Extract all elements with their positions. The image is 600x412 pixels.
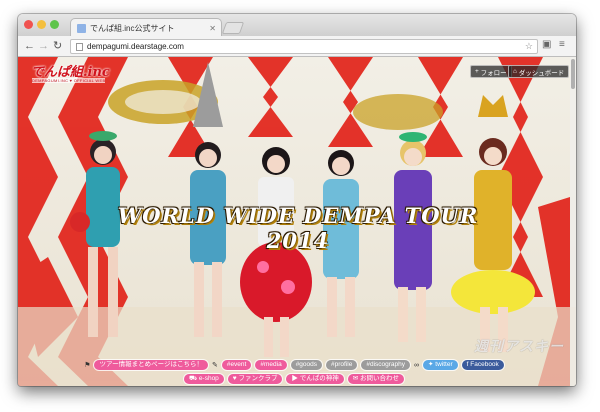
browser-toolbar: ← → ↻ dempagumi.dearstage.com ☆ ▣ ≡ <box>18 36 576 57</box>
browser-window: でんぱ組.inc公式サイト ✕ ← → ↻ dempagumi.dearstag… <box>18 14 576 386</box>
extension-icon[interactable]: ▣ <box>542 39 551 50</box>
video-icon: ▶ <box>291 375 300 382</box>
eshop-label: e-shop <box>198 375 219 382</box>
contact-label: お問い合わせ <box>360 375 400 382</box>
twitter-label: twitter <box>435 361 453 368</box>
favicon-icon <box>77 23 86 33</box>
dashboard-button[interactable]: ⌂ ダッシュボード <box>508 65 570 78</box>
tour-info-link[interactable]: ツアー情報まとめページはこちら！ <box>94 360 208 370</box>
fanclub-button[interactable]: ♥ ファンクラブ <box>227 374 283 384</box>
page-content: でんぱ組.inc DEMPAGUMI.INC ♥ OFFICIAL WEB + … <box>18 57 576 386</box>
twitter-button[interactable]: ✦ twitter <box>423 360 458 370</box>
new-tab-button[interactable] <box>221 22 245 34</box>
address-bar[interactable]: dempagumi.dearstage.com ☆ <box>70 39 538 54</box>
back-icon[interactable]: ← <box>24 39 35 53</box>
eshop-button[interactable]: ⛟ e-shop <box>183 374 224 384</box>
hero-tour-title: WORLD WIDE DEMPA TOUR 2014 <box>117 203 479 253</box>
nav-row-1: ⚑ ツアー情報まとめページはこちら！ ✎ #event #media #good… <box>18 360 570 370</box>
reload-icon[interactable]: ↻ <box>53 39 62 53</box>
facebook-label: Facebook <box>470 361 499 368</box>
menu-icon[interactable]: ≡ <box>559 39 565 50</box>
tag-discography[interactable]: #discography <box>361 360 411 370</box>
tag-goods[interactable]: #goods <box>290 360 323 370</box>
tag-event[interactable]: #event <box>221 360 252 370</box>
mail-icon: ✉ <box>352 375 361 382</box>
minimize-window-button[interactable] <box>37 20 46 29</box>
tab-title: でんぱ組.inc公式サイト <box>90 23 175 33</box>
forward-icon[interactable]: → <box>38 39 49 53</box>
nav-row-2: ⛟ e-shop ♥ ファンクラブ ▶ でんぱの神神 ✉ お問い合わせ <box>18 374 570 384</box>
cart-icon: ⛟ <box>188 375 199 382</box>
close-window-button[interactable] <box>24 20 33 29</box>
shrine-label: でんぱの神神 <box>299 375 339 382</box>
url-text: dempagumi.dearstage.com <box>87 42 184 51</box>
shrine-button[interactable]: ▶ でんぱの神神 <box>286 374 344 384</box>
tab-close-icon[interactable]: ✕ <box>209 24 216 33</box>
scrollbar[interactable] <box>570 57 576 386</box>
scrollbar-thumb[interactable] <box>571 59 575 89</box>
follow-label: フォロー <box>480 69 507 77</box>
flag-icon: ⚑ <box>84 362 91 369</box>
page-icon <box>76 42 83 51</box>
tag-media[interactable]: #media <box>255 360 287 370</box>
tag-profile[interactable]: #profile <box>326 360 358 370</box>
facebook-button[interactable]: f Facebook <box>461 360 504 370</box>
dashboard-label: ダッシュボード <box>518 69 565 77</box>
bookmark-star-icon[interactable]: ☆ <box>525 41 533 52</box>
link-icon: ∞ <box>414 361 420 369</box>
tag-icon: ✎ <box>211 362 218 369</box>
fanclub-label: ファンクラブ <box>238 375 278 382</box>
browser-tab[interactable]: でんぱ組.inc公式サイト ✕ <box>70 18 222 37</box>
tab-strip: でんぱ組.inc公式サイト ✕ <box>18 14 576 37</box>
watermark: 週刊アスキー <box>474 338 564 354</box>
window-controls <box>24 20 59 29</box>
contact-button[interactable]: ✉ お問い合わせ <box>347 374 405 384</box>
follow-button[interactable]: + フォロー <box>470 65 512 78</box>
site-logo-subtitle: DEMPAGUMI.INC ♥ OFFICIAL WEB <box>32 78 106 83</box>
maximize-window-button[interactable] <box>50 20 59 29</box>
